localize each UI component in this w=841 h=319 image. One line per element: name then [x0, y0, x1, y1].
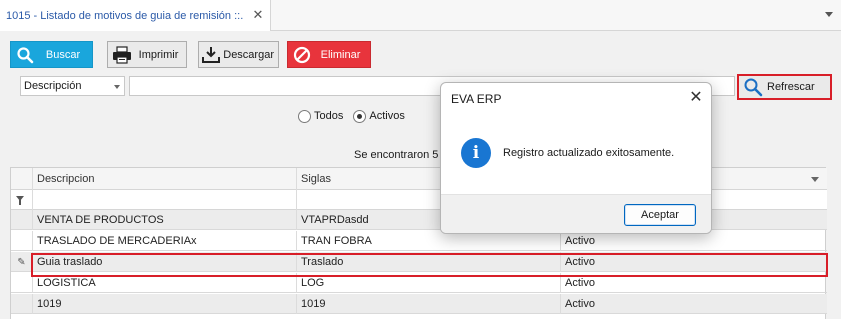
cell-siglas[interactable]: LOG [297, 273, 561, 293]
radio-activos[interactable]: Activos [353, 109, 405, 123]
filter-descripcion[interactable] [33, 190, 297, 210]
cell-descripcion[interactable]: TRASLADO DE MERCADERIAx [33, 231, 297, 251]
cell-estado[interactable]: Activo [561, 273, 827, 293]
row-indicator [11, 231, 33, 251]
imprimir-button[interactable]: Imprimir [107, 41, 187, 68]
pencil-icon: ✎ [11, 252, 33, 272]
dialog-body: i Registro actualizado exitosamente. [441, 116, 711, 194]
tab-title: 1015 - Listado de motivos de guia de rem… [6, 9, 244, 22]
buscar-button[interactable]: Buscar [10, 41, 93, 68]
search-field-select[interactable]: Descripción [20, 76, 125, 96]
descargar-label: Descargar [223, 48, 274, 61]
tab-bar: 1015 - Listado de motivos de guia de rem… [0, 0, 841, 31]
refrescar-label: Refrescar [767, 81, 815, 93]
search-icon [11, 42, 38, 67]
cell-descripcion[interactable]: VENTA DE PRODUCTOS [33, 210, 297, 230]
close-icon[interactable]: ✕ [689, 90, 703, 106]
download-icon [199, 42, 223, 67]
cell-estado[interactable]: Activo [561, 294, 827, 314]
table-row[interactable]: 1019 1019 Activo [11, 294, 827, 314]
radio-todos-label: Todos [314, 110, 344, 122]
cell-siglas[interactable]: 1019 [297, 294, 561, 314]
prohibited-icon [288, 42, 315, 67]
info-icon: i [461, 138, 491, 168]
table-row[interactable]: LOGISTICA LOG Activo [11, 273, 827, 293]
magnifier-icon [739, 76, 767, 98]
radio-activos-circle[interactable] [353, 109, 367, 123]
column-header-descripcion[interactable]: Descripcion [33, 168, 297, 190]
cell-descripcion[interactable]: 1019 [33, 294, 297, 314]
imprimir-label: Imprimir [138, 48, 179, 61]
cell-descripcion[interactable]: LOGISTICA [33, 273, 297, 293]
radio-activos-label: Activos [369, 110, 405, 122]
table-row[interactable]: TRASLADO DE MERCADERIAx TRAN FOBRA Activ… [11, 231, 827, 251]
cell-descripcion[interactable]: Guia traslado [33, 252, 297, 272]
results-count: Se encontraron 5 r [354, 149, 446, 161]
filter-icon[interactable] [16, 196, 24, 205]
dialog-footer: Aceptar [441, 194, 711, 233]
message-dialog: EVA ERP ✕ i Registro actualizado exitosa… [440, 82, 712, 234]
descargar-button[interactable]: Descargar [198, 41, 279, 68]
refrescar-button[interactable]: Refrescar [737, 74, 832, 100]
close-icon[interactable]: ✕ [252, 8, 264, 21]
chevron-down-icon [114, 85, 120, 89]
tab-listado-motivos[interactable]: 1015 - Listado de motivos de guia de rem… [0, 0, 271, 31]
row-indicator [11, 273, 33, 293]
status-filter: Todos Activos [298, 107, 405, 125]
table-row[interactable]: ✎ Guia traslado Traslado Activo [11, 252, 827, 272]
row-indicator [11, 210, 33, 230]
radio-todos-circle[interactable] [298, 109, 311, 123]
dialog-title: EVA ERP [451, 92, 502, 106]
header-indicator [11, 168, 33, 190]
eliminar-button[interactable]: Eliminar [287, 41, 371, 68]
eliminar-label: Eliminar [320, 48, 361, 61]
search-field-value: Descripción [24, 80, 82, 92]
cell-estado[interactable]: Activo [561, 231, 827, 251]
filter-indicator [11, 190, 33, 210]
aceptar-button[interactable]: Aceptar [624, 204, 696, 226]
chevron-down-icon[interactable] [825, 12, 833, 17]
printer-icon [108, 42, 135, 67]
row-indicator [11, 294, 33, 314]
cell-siglas[interactable]: TRAN FOBRA [297, 231, 561, 251]
chevron-down-icon[interactable] [811, 177, 819, 182]
dialog-message: Registro actualizado exitosamente. [503, 147, 675, 159]
main-content: Buscar Imprimir Descargar Eliminar Descr… [0, 32, 841, 319]
cell-estado[interactable]: Activo [561, 252, 827, 272]
buscar-label: Buscar [45, 48, 81, 61]
cell-siglas[interactable]: Traslado [297, 252, 561, 272]
radio-todos[interactable]: Todos [298, 109, 344, 123]
